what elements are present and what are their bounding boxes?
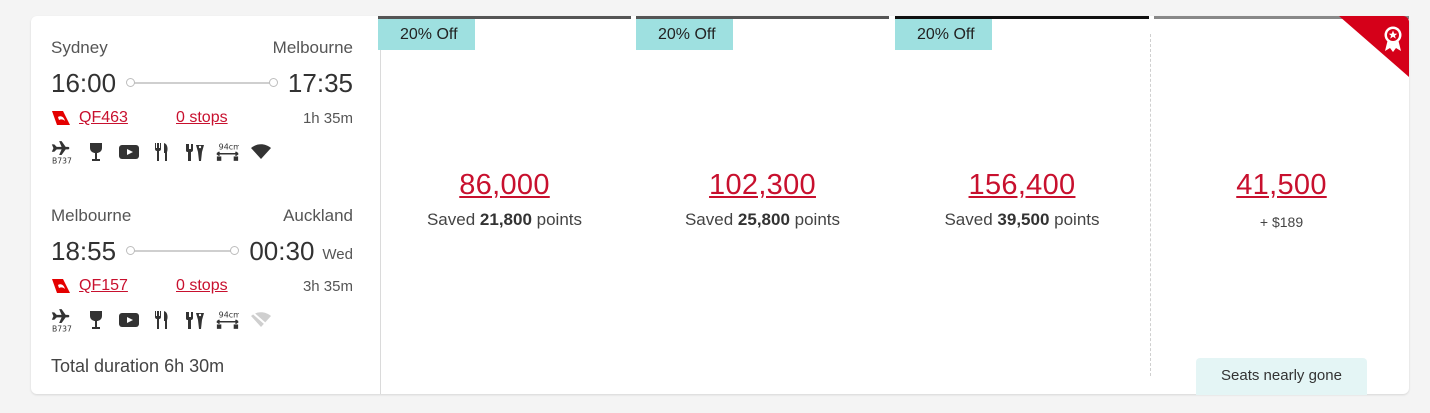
stops-link[interactable]: 0 stops [176, 277, 228, 295]
fare-option-4[interactable]: 41,500 + $189 Seats nearly gone [1154, 16, 1409, 395]
segment-duration: 1h 35m [302, 109, 353, 127]
points-saved: Saved 39,500 points [895, 210, 1149, 230]
origin-city: Sydney [51, 38, 108, 57]
saved-points: 21,800 [479, 210, 532, 229]
saved-points: 39,500 [997, 210, 1050, 229]
origin-city: Melbourne [51, 206, 132, 225]
wifi-icon[interactable] [249, 141, 272, 163]
seat-pitch-label: 94cm [219, 310, 239, 319]
points-saved: Saved 25,800 points [636, 210, 889, 230]
fare-option-3[interactable]: 20% Off 156,400 Saved 39,500 points [895, 16, 1149, 394]
snacks-icon[interactable] [183, 141, 206, 163]
fare-option-1[interactable]: 20% Off 86,000 Saved 21,800 points [378, 16, 631, 394]
seat-pitch-icon[interactable]: 94cm [216, 141, 239, 163]
fare-option-2[interactable]: 20% Off 102,300 Saved 25,800 points [636, 16, 889, 394]
saved-suffix: points [794, 210, 841, 229]
departure-time: 18:55 [51, 235, 117, 266]
aircraft-b737-icon[interactable]: B737 [51, 309, 74, 334]
saved-prefix: Saved [684, 210, 734, 229]
destination-city: Auckland [283, 206, 353, 225]
points-saved: Saved 21,800 points [378, 210, 631, 230]
flight-details: Sydney Melbourne 16:00 17:35 QF463 0 sto… [31, 16, 381, 394]
total-duration: Total duration 6h 30m [51, 356, 225, 376]
flight-timeline [126, 67, 278, 99]
no-wifi-icon[interactable] [249, 309, 272, 331]
flight-result-card: Sydney Melbourne 16:00 17:35 QF463 0 sto… [31, 16, 1409, 395]
points-price-link[interactable]: 102,300 [636, 169, 889, 202]
meal-cutlery-icon[interactable] [150, 141, 173, 163]
saved-suffix: points [536, 210, 583, 229]
seat-pitch-label: 94cm [219, 142, 239, 151]
points-price-link[interactable]: 156,400 [895, 169, 1149, 202]
saved-prefix: Saved [426, 210, 476, 229]
aircraft-b737-icon[interactable]: B737 [51, 141, 74, 166]
segment-2: Melbourne Auckland 18:55 00:30 Wed QF157… [51, 206, 353, 334]
flight-timeline [126, 235, 240, 267]
meal-cutlery-icon[interactable] [150, 309, 173, 331]
saved-points: 25,800 [737, 210, 790, 229]
cash-surcharge: + $189 [1259, 214, 1304, 230]
segment-1: Sydney Melbourne 16:00 17:35 QF463 0 sto… [51, 38, 353, 166]
wine-glass-icon[interactable] [84, 141, 107, 163]
flight-number-link[interactable]: QF463 [79, 109, 176, 127]
discount-badge: 20% Off [895, 19, 992, 50]
segment-duration: 3h 35m [302, 277, 353, 295]
discount-badge: 20% Off [636, 19, 733, 50]
departure-time: 16:00 [51, 67, 117, 98]
saved-prefix: Saved [944, 210, 993, 229]
points-price-link[interactable]: 86,000 [378, 169, 631, 202]
award-ribbon-icon [1339, 16, 1409, 77]
entertainment-screen-icon[interactable] [117, 309, 140, 331]
qantas-tail-icon [52, 279, 70, 293]
arrival-time: 00:30 [249, 235, 315, 266]
entertainment-screen-icon[interactable] [117, 141, 140, 163]
amenities: B737 94cm [51, 309, 353, 334]
seat-pitch-icon[interactable]: 94cm [216, 309, 239, 331]
qantas-tail-icon [52, 111, 70, 125]
aircraft-label: B737 [52, 325, 72, 334]
aircraft-label: B737 [52, 157, 72, 166]
seats-nearly-gone-badge: Seats nearly gone [1196, 358, 1367, 395]
saved-suffix: points [1054, 210, 1100, 229]
arrival-day: Wed [322, 245, 353, 263]
arrival-time: 17:35 [287, 67, 353, 98]
wine-glass-icon[interactable] [84, 309, 107, 331]
points-price-link[interactable]: 41,500 [1154, 169, 1409, 202]
column-divider [1150, 34, 1151, 376]
destination-city: Melbourne [272, 38, 353, 57]
flight-number-link[interactable]: QF157 [79, 277, 176, 295]
amenities: B737 94cm [51, 141, 353, 166]
snacks-icon[interactable] [183, 309, 206, 331]
discount-badge: 20% Off [378, 19, 475, 50]
stops-link[interactable]: 0 stops [176, 109, 228, 127]
